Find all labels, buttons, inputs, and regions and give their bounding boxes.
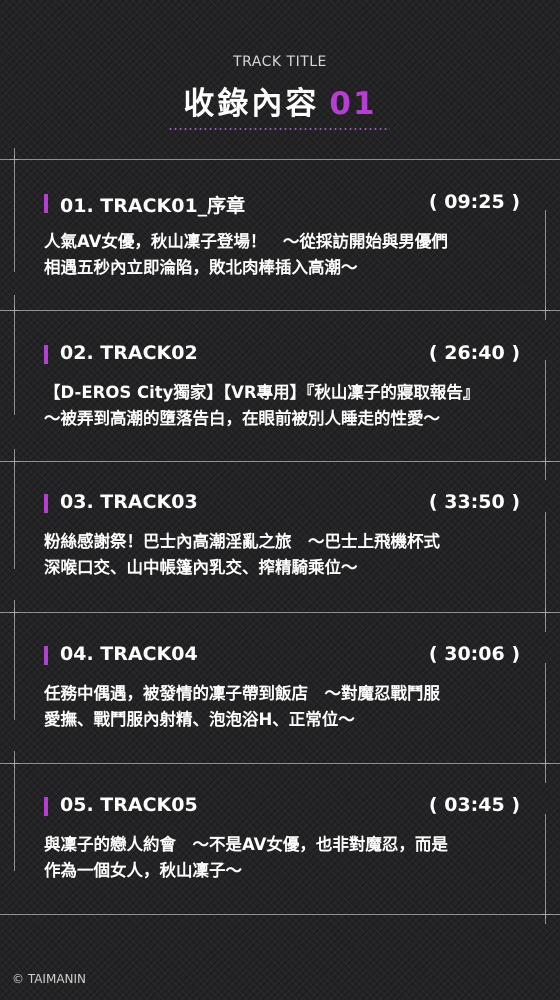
track-description-line: 與凜子的戀人約會 ～不是AV女優，也非對魔忍，而是 [44,835,448,854]
divider-line [0,612,560,613]
crosshair-marker [541,306,550,315]
track-accent-bar [44,646,48,665]
track-description-line: 粉絲感謝祭！巴士內高潮淫亂之旅 ～巴士上飛機杯式 [44,532,440,551]
track-description-line: 相遇五秒內立即淪陷，敗北肉棒插入高潮～ [44,258,358,277]
title-underline-dots [168,128,390,130]
crosshair-marker [10,608,19,617]
track-title: 01. TRACK01_序章 [60,195,246,217]
track-item: 02. TRACK02 ( 26:40 ) 【D-EROS City獨家】【VR… [44,342,520,432]
section-label: TRACK TITLE [233,54,327,70]
track-description-line: 任務中偶遇，被發情的凜子帶到飯店 ～對魔忍戰鬥服 [44,684,440,703]
track-accent-bar [44,345,48,364]
frame-vertical-line [14,148,15,272]
crosshair-marker [10,457,19,466]
track-accent-bar [44,194,48,213]
crosshair-marker [10,306,19,315]
track-description: 與凜子的戀人約會 ～不是AV女優，也非對魔忍，而是 作為一個女人，秋山凜子～ [44,832,520,884]
track-title: 04. TRACK04 [60,643,198,665]
track-description-line: 愛撫、戰鬥服內射精、泡泡浴H、正常位～ [44,710,355,729]
page-title-number: 01 [329,86,377,122]
divider-line [0,461,560,462]
track-title: 02. TRACK02 [60,342,198,364]
track-description-line: 作為一個女人，秋山凜子～ [44,861,242,880]
track-duration: ( 03:45 ) [428,794,520,816]
page-title-text: 收錄內容 [183,86,320,122]
crosshair-marker [10,155,19,164]
track-description-line: 深喉口交、山中帳篷內乳交、搾精騎乘位～ [44,558,358,577]
track-item: 04. TRACK04 ( 30:06 ) 任務中偶遇，被發情的凜子帶到飯店 ～… [44,643,520,733]
track-item: 01. TRACK01_序章 ( 09:25 ) 人氣AV女優，秋山凜子登場！ … [44,191,520,281]
divider-line [0,763,560,764]
track-accent-bar [44,797,48,816]
frame-vertical-line [545,814,546,924]
track-description-line: ～被弄到高潮的墮落告白，在眼前被別人睡走的性愛～ [44,409,440,428]
crosshair-marker [541,608,550,617]
divider-line [0,310,560,311]
track-description: 任務中偶遇，被發情的凜子帶到飯店 ～對魔忍戰鬥服 愛撫、戰鬥服內射精、泡泡浴H、… [44,681,520,733]
track-title: 03. TRACK03 [60,491,198,513]
track-description: 粉絲感謝祭！巴士內高潮淫亂之旅 ～巴士上飛機杯式 深喉口交、山中帳篷內乳交、搾精… [44,529,520,581]
track-description-line: 【D-EROS City獨家】【VR專用】『秋山凜子的寢取報告』 [44,383,480,402]
track-description: 人氣AV女優，秋山凜子登場！ ～從採訪開始與男優們 相遇五秒內立即淪陷，敗北肉棒… [44,229,520,281]
frame-vertical-line [14,751,15,871]
frame-vertical-line [545,210,546,320]
track-duration: ( 09:25 ) [428,191,520,213]
track-description-line: 人氣AV女優，秋山凜子登場！ ～從採訪開始與男優們 [44,232,448,251]
track-item: 03. TRACK03 ( 33:50 ) 粉絲感謝祭！巴士內高潮淫亂之旅 ～巴… [44,491,520,581]
track-item: 05. TRACK05 ( 03:45 ) 與凜子的戀人約會 ～不是AV女優，也… [44,794,520,884]
track-accent-bar [44,494,48,513]
divider-line [0,914,560,915]
crosshair-marker [541,910,550,919]
copyright-text: © TAIMANIN [12,972,87,986]
header: TRACK TITLE 收錄內容 01 [0,54,560,123]
page-title: 收錄內容 01 [0,78,560,123]
track-title: 05. TRACK05 [60,794,198,816]
track-description: 【D-EROS City獨家】【VR專用】『秋山凜子的寢取報告』 ～被弄到高潮的… [44,380,520,432]
frame-vertical-line [14,449,15,569]
crosshair-marker [541,759,550,768]
track-duration: ( 33:50 ) [428,491,520,513]
track-duration: ( 26:40 ) [428,342,520,364]
track-duration: ( 30:06 ) [428,643,520,665]
divider-line [0,159,560,160]
crosshair-marker [541,457,550,466]
frame-vertical-line [14,600,15,720]
crosshair-marker [10,759,19,768]
